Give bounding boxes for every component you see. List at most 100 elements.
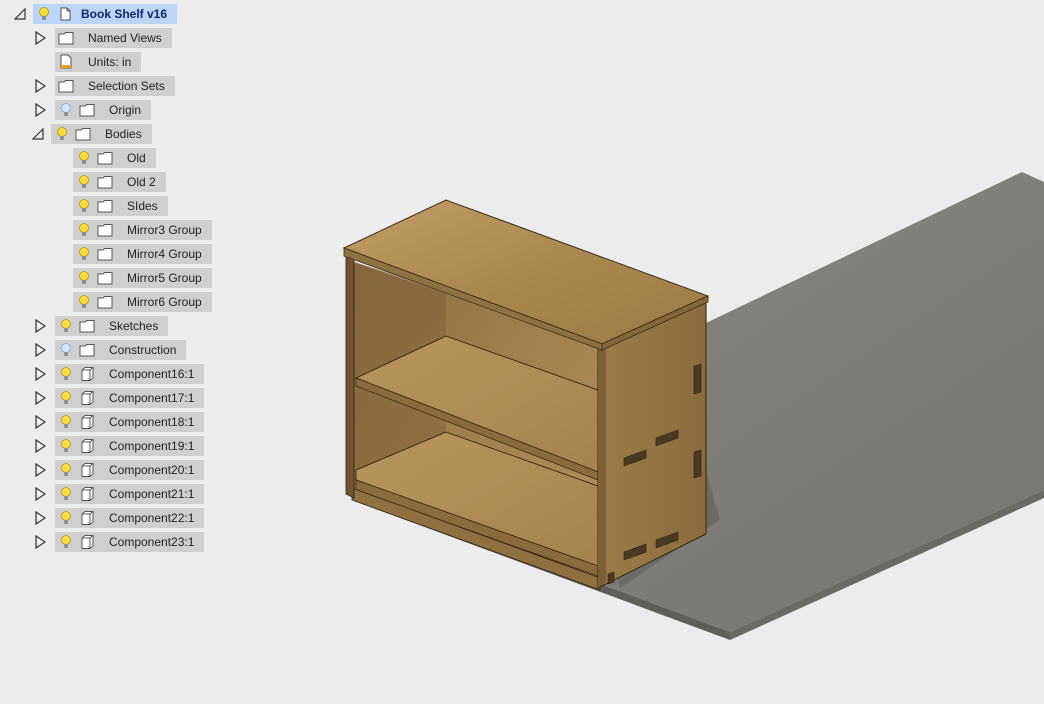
lightbulb-off-icon[interactable]: [59, 101, 73, 119]
lightbulb-on-icon[interactable]: [59, 413, 73, 431]
lightbulb-on-icon[interactable]: [77, 245, 91, 263]
lightbulb-on-icon[interactable]: [77, 173, 91, 191]
expand-triangle-icon[interactable]: [32, 438, 48, 454]
browser-node-label: Component23:1: [109, 535, 195, 549]
lightbulb-on-icon[interactable]: [77, 221, 91, 239]
lightbulb-on-icon[interactable]: [59, 317, 73, 335]
units-icon: [58, 54, 74, 70]
lightbulb-off-icon[interactable]: [59, 341, 73, 359]
browser-node-pill[interactable]: Selection Sets: [55, 76, 175, 96]
browser-node-pill[interactable]: Component17:1: [55, 388, 205, 408]
browser-node-pill[interactable]: Mirror6 Group: [73, 292, 212, 312]
browser-node-pill[interactable]: Named Views: [55, 28, 172, 48]
browser-node-label: SIdes: [127, 199, 158, 213]
browser-node-pill[interactable]: Construction: [55, 340, 187, 360]
browser-node-pill[interactable]: Mirror5 Group: [73, 268, 212, 288]
expand-triangle-icon[interactable]: [32, 414, 48, 430]
browser-node-label: Component21:1: [109, 487, 195, 501]
component-icon: [79, 462, 95, 478]
expand-triangle-icon[interactable]: [32, 510, 48, 526]
browser-node-pill[interactable]: Units: in: [55, 52, 142, 72]
folder-icon: [79, 342, 95, 358]
component-icon: [79, 486, 95, 502]
browser-node-pill[interactable]: Component19:1: [55, 436, 205, 456]
lightbulb-on-icon[interactable]: [55, 125, 69, 143]
expand-triangle-icon[interactable]: [32, 366, 48, 382]
browser-node-pill[interactable]: SIdes: [73, 196, 168, 216]
browser-node-pill[interactable]: Component16:1: [55, 364, 205, 384]
browser-node-label: Old: [127, 151, 146, 165]
browser-node-label: Mirror3 Group: [127, 223, 202, 237]
bookshelf-model[interactable]: [342, 199, 710, 591]
browser-node-label: Bodies: [105, 127, 142, 141]
browser-node-pill[interactable]: Mirror4 Group: [73, 244, 212, 264]
browser-node-pill[interactable]: Component23:1: [55, 532, 205, 552]
document-icon: [57, 6, 73, 22]
expand-triangle-icon[interactable]: [32, 30, 48, 46]
browser-node-label: Mirror4 Group: [127, 247, 202, 261]
expand-triangle-icon[interactable]: [32, 534, 48, 550]
folder-icon: [97, 246, 113, 262]
root-component-label: Book Shelf v16: [81, 7, 168, 21]
expand-triangle-icon[interactable]: [32, 78, 48, 94]
lightbulb-on-icon[interactable]: [59, 365, 73, 383]
browser-node-label: Mirror5 Group: [127, 271, 202, 285]
folder-icon: [97, 150, 113, 166]
lightbulb-on-icon[interactable]: [59, 389, 73, 407]
browser-node-pill[interactable]: Old: [73, 148, 156, 168]
browser-node-label: Component16:1: [109, 367, 195, 381]
browser-node-label: Component19:1: [109, 439, 195, 453]
browser-node-pill[interactable]: Mirror3 Group: [73, 220, 212, 240]
lightbulb-on-icon[interactable]: [59, 533, 73, 551]
lightbulb-on-icon[interactable]: [59, 485, 73, 503]
root-component-pill[interactable]: Book Shelf v16: [33, 4, 178, 24]
browser-node-label: Mirror6 Group: [127, 295, 202, 309]
browser-tree: Book Shelf v16 Named Views Units: in Selec…: [0, 0, 240, 560]
lightbulb-on-icon[interactable]: [77, 197, 91, 215]
browser-node-pill[interactable]: Component20:1: [55, 460, 205, 480]
lightbulb-on-icon[interactable]: [37, 5, 51, 23]
browser-node-label: Component17:1: [109, 391, 195, 405]
expand-triangle-icon[interactable]: [32, 318, 48, 334]
lightbulb-on-icon[interactable]: [59, 461, 73, 479]
component-icon: [79, 414, 95, 430]
folder-icon: [97, 270, 113, 286]
browser-node-pill[interactable]: Component22:1: [55, 508, 205, 528]
folder-icon: [97, 294, 113, 310]
browser-node-pill[interactable]: Origin: [55, 100, 152, 120]
component-icon: [79, 390, 95, 406]
expand-triangle-icon[interactable]: [32, 342, 48, 358]
folder-icon: [97, 174, 113, 190]
expand-triangle-icon[interactable]: [32, 102, 48, 118]
component-icon: [79, 366, 95, 382]
lightbulb-on-icon[interactable]: [59, 509, 73, 527]
browser-node-label: Component20:1: [109, 463, 195, 477]
folder-icon: [79, 318, 95, 334]
folder-icon: [58, 78, 74, 94]
folder-icon: [97, 222, 113, 238]
component-icon: [79, 534, 95, 550]
browser-node-label: Selection Sets: [88, 79, 165, 93]
folder-icon: [97, 198, 113, 214]
lightbulb-on-icon[interactable]: [77, 149, 91, 167]
collapse-triangle-icon[interactable]: [12, 6, 28, 22]
browser-node-label: Named Views: [88, 31, 162, 45]
folder-icon: [75, 126, 91, 142]
browser-node-label: Construction: [109, 343, 177, 357]
browser-node-label: Old 2: [127, 175, 156, 189]
expand-triangle-icon[interactable]: [32, 462, 48, 478]
browser-node-pill[interactable]: Component21:1: [55, 484, 205, 504]
lightbulb-on-icon[interactable]: [77, 293, 91, 311]
browser-node-pill[interactable]: Component18:1: [55, 412, 205, 432]
browser-node-pill[interactable]: Old 2: [73, 172, 166, 192]
browser-node-pill[interactable]: Bodies: [51, 124, 152, 144]
folder-icon: [79, 102, 95, 118]
lightbulb-on-icon[interactable]: [59, 437, 73, 455]
lightbulb-on-icon[interactable]: [77, 269, 91, 287]
collapse-triangle-icon[interactable]: [30, 126, 46, 142]
browser-node-pill[interactable]: Sketches: [55, 316, 169, 336]
browser-node-label: Sketches: [109, 319, 159, 333]
expand-triangle-icon[interactable]: [32, 390, 48, 406]
expand-triangle-icon[interactable]: [32, 486, 48, 502]
folder-icon: [58, 30, 74, 46]
